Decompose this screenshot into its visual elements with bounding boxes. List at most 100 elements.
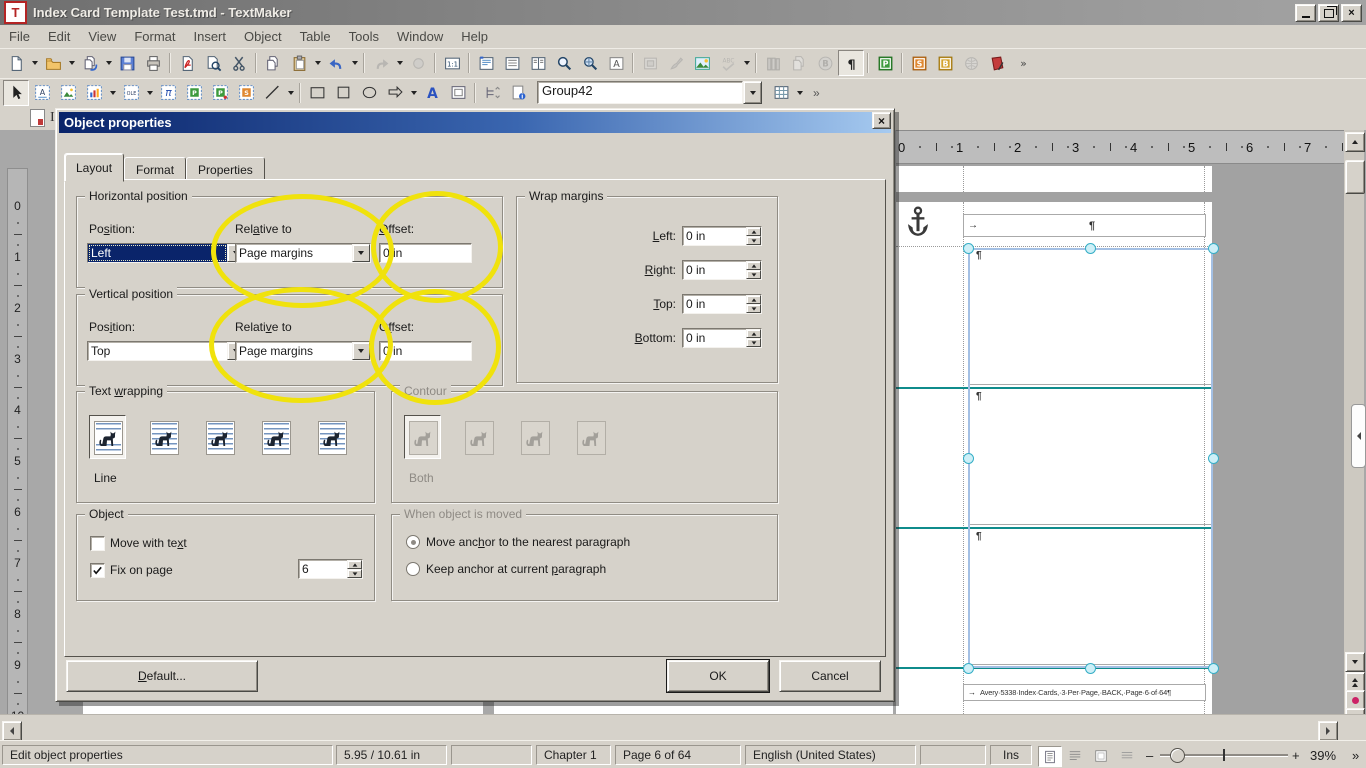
wrap-top-input[interactable]: 0 in xyxy=(682,294,762,314)
h-offset-input[interactable]: 0 in xyxy=(379,243,472,263)
close-button[interactable]: × xyxy=(1341,4,1362,22)
insert-text-frame-button[interactable]: A xyxy=(29,80,55,106)
spin-down-button[interactable] xyxy=(347,569,362,578)
dropdown-button[interactable] xyxy=(352,244,370,262)
menu-table[interactable]: Table xyxy=(291,27,340,46)
footer-frame[interactable]: → Avery·5338·Index·Cards,·3·Per·Page,·BA… xyxy=(963,684,1206,701)
menu-file[interactable]: File xyxy=(0,27,39,46)
draw-square-button[interactable] xyxy=(330,80,356,106)
spin-up-button[interactable] xyxy=(746,329,761,338)
insert-paragraph-frame-alt-button[interactable]: P xyxy=(207,80,233,106)
view-page-icon[interactable] xyxy=(1090,746,1112,765)
object-name-value[interactable]: Group42 xyxy=(537,81,743,104)
dialog-close-button[interactable]: × xyxy=(872,112,891,129)
script-editor-button[interactable] xyxy=(984,50,1010,76)
spin-down-button[interactable] xyxy=(746,236,761,245)
menu-tools[interactable]: Tools xyxy=(340,27,388,46)
selection-handle[interactable] xyxy=(963,453,974,464)
insert-text-art-button[interactable]: A xyxy=(419,80,445,106)
copy-button[interactable] xyxy=(260,50,286,76)
selection-handle[interactable] xyxy=(1208,453,1219,464)
open-file-button[interactable] xyxy=(40,50,66,76)
view-continuous-button[interactable] xyxy=(499,50,525,76)
v-position-select[interactable]: Top xyxy=(87,341,246,361)
undo-button[interactable] xyxy=(323,50,349,76)
selection-handle[interactable] xyxy=(1208,663,1219,674)
previous-page-button[interactable] xyxy=(1345,672,1365,692)
wrap-square-option[interactable] xyxy=(150,421,179,455)
draw-line-dropdown[interactable] xyxy=(285,81,296,105)
insert-image-button[interactable] xyxy=(689,50,715,76)
tab-layout[interactable]: Layout xyxy=(64,153,124,182)
view-normal-icon[interactable] xyxy=(1038,746,1062,767)
insert-chart-frame-button[interactable] xyxy=(81,80,107,106)
cut-button[interactable] xyxy=(226,50,252,76)
dropdown-button[interactable] xyxy=(352,342,370,360)
draw-autoshape-dropdown[interactable] xyxy=(408,81,419,105)
new-document-dropdown[interactable] xyxy=(29,51,40,75)
spin-up-button[interactable] xyxy=(746,227,761,236)
menu-help[interactable]: Help xyxy=(452,27,497,46)
draw-autoshape-button[interactable] xyxy=(382,80,408,106)
table-grid-dropdown[interactable] xyxy=(794,81,805,105)
view-text-mode-button[interactable]: A xyxy=(603,50,629,76)
insert-formula-button[interactable]: π xyxy=(155,80,181,106)
h-relative-select[interactable]: Page margins xyxy=(235,243,371,263)
combobox-dropdown-button[interactable] xyxy=(743,81,762,104)
scroll-right-button[interactable] xyxy=(1318,721,1338,741)
spin-down-button[interactable] xyxy=(746,338,761,347)
spin-up-button[interactable] xyxy=(746,295,761,304)
undo-dropdown[interactable] xyxy=(349,51,360,75)
language-indicator[interactable]: English (United States) xyxy=(745,745,916,765)
view-draft-icon[interactable] xyxy=(1116,746,1138,765)
menu-format[interactable]: Format xyxy=(125,27,184,46)
paragraph-styles-button[interactable]: P xyxy=(872,50,898,76)
scroll-left-button[interactable] xyxy=(2,721,22,741)
zoom-page-button[interactable] xyxy=(577,50,603,76)
frame-properties-button[interactable] xyxy=(445,80,471,106)
wrap-top-spinner[interactable] xyxy=(746,295,761,313)
default-button[interactable]: Default... xyxy=(66,660,258,692)
insert-ole-frame-dropdown[interactable] xyxy=(144,81,155,105)
menu-object[interactable]: Object xyxy=(235,27,291,46)
cancel-button[interactable]: Cancel xyxy=(779,660,881,692)
sidebar-bookmarks-button[interactable]: B xyxy=(932,50,958,76)
v-relative-select[interactable]: Page margins xyxy=(235,341,371,361)
scroll-down-button[interactable] xyxy=(1345,652,1365,672)
zoom-in-button[interactable]: + xyxy=(1292,748,1300,763)
formatting-marks-button[interactable]: ¶ xyxy=(838,50,864,76)
new-document-button[interactable] xyxy=(3,50,29,76)
paste-dropdown[interactable] xyxy=(312,51,323,75)
zoom-in-button[interactable] xyxy=(551,50,577,76)
move-with-text-checkbox[interactable] xyxy=(90,536,105,551)
insert-style-frame-button[interactable]: S xyxy=(233,80,259,106)
wrap-right-input[interactable]: 0 in xyxy=(682,260,762,280)
wrap-through-option[interactable] xyxy=(262,421,291,455)
menu-insert[interactable]: Insert xyxy=(184,27,235,46)
browse-object-button[interactable] xyxy=(1345,690,1365,710)
insert-mode[interactable]: Ins xyxy=(990,745,1032,765)
document-page[interactable]: → ¶ ¶ ¶ ¶ → Avery·5338·Index·Cards,·3·Pe… xyxy=(896,202,1212,714)
selection-handle[interactable] xyxy=(963,663,974,674)
quick-open-button[interactable] xyxy=(77,50,103,76)
selection-handle[interactable] xyxy=(963,243,974,254)
wrap-none-option[interactable] xyxy=(94,421,123,455)
paste-button[interactable] xyxy=(286,50,312,76)
selection-handle[interactable] xyxy=(1208,243,1219,254)
table-grid-button[interactable] xyxy=(768,80,794,106)
insert-paragraph-frame-button[interactable]: P xyxy=(181,80,207,106)
insert-image-frame-button[interactable] xyxy=(55,80,81,106)
select-pointer-button[interactable] xyxy=(3,80,29,106)
view-continuous-icon[interactable] xyxy=(1064,746,1086,765)
menu-edit[interactable]: Edit xyxy=(39,27,79,46)
wrap-left-option[interactable] xyxy=(206,421,235,455)
spin-down-button[interactable] xyxy=(746,304,761,313)
selection-handle[interactable] xyxy=(1085,243,1096,254)
insert-chart-frame-dropdown[interactable] xyxy=(107,81,118,105)
print-button[interactable] xyxy=(140,50,166,76)
open-file-dropdown[interactable] xyxy=(66,51,77,75)
fix-on-page-number-input[interactable]: 6 xyxy=(298,559,363,579)
h-position-select[interactable]: Left xyxy=(87,243,246,263)
page-number-spinner[interactable] xyxy=(347,560,362,578)
draw-line-button[interactable] xyxy=(259,80,285,106)
